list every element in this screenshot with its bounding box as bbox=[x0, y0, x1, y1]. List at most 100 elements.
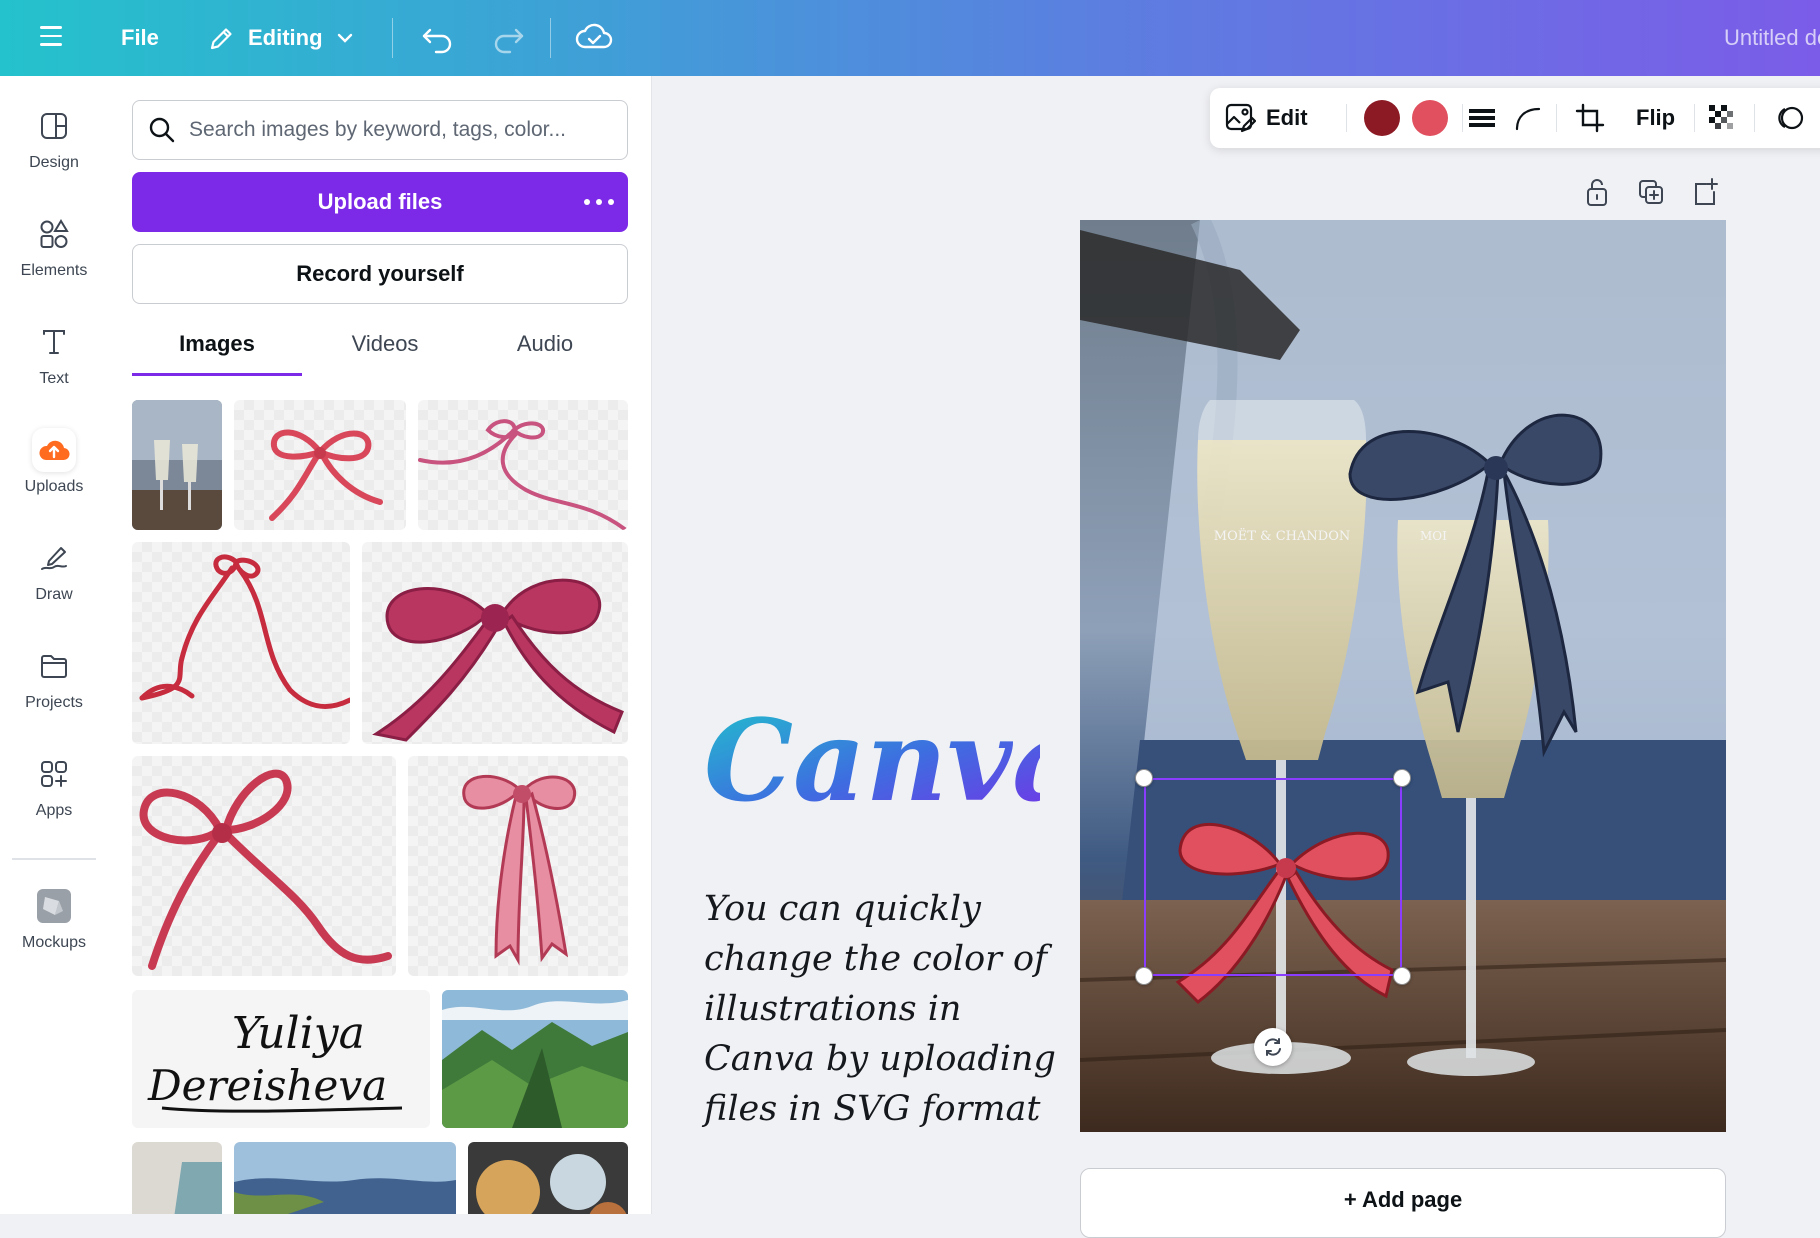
redo-button[interactable] bbox=[488, 16, 528, 60]
design-icon bbox=[32, 104, 76, 148]
edit-label: Edit bbox=[1266, 105, 1308, 130]
rail-item-mockups[interactable]: Mockups bbox=[0, 884, 108, 980]
resize-handle-bottom-right[interactable] bbox=[1393, 967, 1411, 985]
canva-logo-text: Canva bbox=[704, 696, 1040, 827]
document-title[interactable]: Untitled design bbox=[1724, 20, 1820, 56]
rotate-icon bbox=[1265, 1038, 1281, 1056]
chevron-down-icon bbox=[337, 33, 352, 43]
upload-thumbnail-red-ribbon[interactable] bbox=[132, 542, 350, 744]
resize-handle-top-left[interactable] bbox=[1135, 769, 1153, 787]
rail-item-design[interactable]: Design bbox=[0, 104, 108, 200]
cloud-saved-button[interactable] bbox=[574, 14, 614, 58]
search-icon bbox=[149, 117, 175, 143]
rail-item-uploads[interactable]: Uploads bbox=[0, 428, 108, 524]
tagline-line: Canva by uploading bbox=[704, 1039, 1056, 1079]
upload-thumbnail-pink-bow[interactable] bbox=[362, 542, 628, 744]
add-page-button[interactable]: + Add page bbox=[1080, 1168, 1726, 1238]
tagline-line: illustrations in bbox=[704, 989, 962, 1029]
animate-icon[interactable] bbox=[1772, 100, 1808, 136]
pencil-icon bbox=[210, 28, 232, 50]
duplicate-page-button[interactable] bbox=[1636, 176, 1666, 208]
context-toolbar: Edit Flip bbox=[1210, 88, 1820, 148]
left-rail: Design Elements Text Uploads Draw Projec… bbox=[0, 76, 108, 1214]
editing-mode-button[interactable]: Editing bbox=[208, 16, 355, 60]
tagline-text: You can quickly change the color of illu… bbox=[704, 884, 1056, 1134]
search-input[interactable] bbox=[189, 118, 609, 142]
resize-handle-bottom-left[interactable] bbox=[1135, 967, 1153, 985]
upload-files-button[interactable]: Upload files bbox=[132, 172, 628, 232]
text-icon bbox=[32, 320, 76, 364]
crop-icon[interactable] bbox=[1572, 100, 1608, 136]
upload-thumbnail-food[interactable] bbox=[468, 1142, 628, 1214]
rail-label: Text bbox=[39, 370, 69, 387]
upload-thumbnail-signature[interactable]: Yuliya Dereisheva bbox=[132, 990, 430, 1128]
upload-thumbnail-champagne[interactable] bbox=[132, 400, 222, 530]
resize-handle-top-right[interactable] bbox=[1393, 769, 1411, 787]
record-yourself-button[interactable]: Record yourself bbox=[132, 244, 628, 304]
rail-label: Elements bbox=[20, 262, 88, 279]
toolbar-divider bbox=[550, 18, 551, 58]
canva-logo: Canva bbox=[704, 696, 1040, 827]
upload-files-label: Upload files bbox=[317, 189, 443, 214]
media-tabs: Images Videos Audio bbox=[132, 322, 628, 376]
undo-icon bbox=[422, 28, 452, 54]
rail-label: Uploads bbox=[24, 478, 84, 495]
signature-line1: Yuliya bbox=[232, 1008, 365, 1059]
upload-thumbnail-textile[interactable] bbox=[132, 1142, 222, 1214]
design-canvas-photo[interactable]: MOËT & CHANDON MOI bbox=[1080, 220, 1726, 1132]
rail-divider bbox=[12, 858, 96, 860]
rail-item-draw[interactable]: Draw bbox=[0, 536, 108, 632]
lock-page-button[interactable] bbox=[1582, 176, 1612, 208]
tab-images[interactable]: Images bbox=[132, 322, 302, 376]
glass-engraving-left: MOËT & CHANDON bbox=[1214, 527, 1350, 544]
upload-thumbnail-light-pink-bow[interactable] bbox=[408, 756, 628, 976]
draw-icon bbox=[32, 536, 76, 580]
rail-label: Draw bbox=[35, 586, 73, 603]
upload-thumbnail-mountains[interactable] bbox=[442, 990, 628, 1128]
tab-videos[interactable]: Videos bbox=[302, 322, 468, 376]
lock-icon bbox=[1587, 179, 1607, 206]
tagline-line: change the color of bbox=[704, 939, 1048, 979]
tagline-line: You can quickly bbox=[704, 889, 981, 929]
rail-item-text[interactable]: Text bbox=[0, 320, 108, 416]
cloud-check-icon bbox=[575, 23, 613, 49]
transparency-icon[interactable] bbox=[1704, 100, 1740, 136]
menu-icon[interactable] bbox=[40, 20, 68, 56]
rotate-handle[interactable] bbox=[1254, 1028, 1292, 1066]
editing-mode-label: Editing bbox=[248, 25, 323, 50]
border-style-icon[interactable] bbox=[1464, 100, 1500, 136]
upload-thumbnail-red-bow[interactable] bbox=[234, 400, 406, 530]
color-swatch-dark-red[interactable] bbox=[1364, 100, 1400, 136]
tab-audio[interactable]: Audio bbox=[462, 322, 628, 376]
add-page-icon-button[interactable] bbox=[1690, 176, 1720, 208]
rail-label: Mockups bbox=[21, 934, 87, 951]
toolbar-divider bbox=[1462, 104, 1463, 132]
upload-thumbnail-red-bow-large[interactable] bbox=[132, 756, 396, 976]
undo-button[interactable] bbox=[418, 16, 458, 60]
color-swatch-red[interactable] bbox=[1412, 100, 1448, 136]
glass-engraving-right: MOI bbox=[1420, 529, 1447, 543]
flip-button[interactable]: Flip bbox=[1636, 98, 1675, 138]
toolbar-divider bbox=[1694, 104, 1695, 132]
selection-box bbox=[1144, 778, 1402, 976]
rail-item-apps[interactable]: Apps bbox=[0, 752, 108, 848]
search-box[interactable] bbox=[132, 100, 628, 160]
add-page-icon bbox=[1695, 178, 1718, 205]
signature-line2: Dereisheva bbox=[147, 1061, 387, 1110]
elements-icon bbox=[32, 212, 76, 256]
rail-item-projects[interactable]: Projects bbox=[0, 644, 108, 740]
rail-item-elements[interactable]: Elements bbox=[0, 212, 108, 308]
edit-image-button[interactable]: Edit bbox=[1224, 98, 1308, 138]
upload-thumbnail-pink-ribbon[interactable] bbox=[418, 400, 628, 530]
upload-thumbnail-landscape[interactable] bbox=[234, 1142, 456, 1214]
corner-rounding-icon[interactable] bbox=[1510, 100, 1546, 136]
toolbar-divider bbox=[392, 18, 393, 58]
mockups-icon bbox=[32, 884, 76, 928]
duplicate-icon bbox=[1639, 180, 1663, 204]
more-options-icon[interactable] bbox=[584, 188, 614, 216]
top-bar: File Editing Untitled design bbox=[0, 0, 1820, 76]
rail-label: Projects bbox=[25, 694, 83, 711]
apps-icon bbox=[32, 752, 76, 796]
file-menu[interactable]: File bbox=[121, 20, 159, 56]
tagline-line: files in SVG format bbox=[704, 1089, 1041, 1129]
